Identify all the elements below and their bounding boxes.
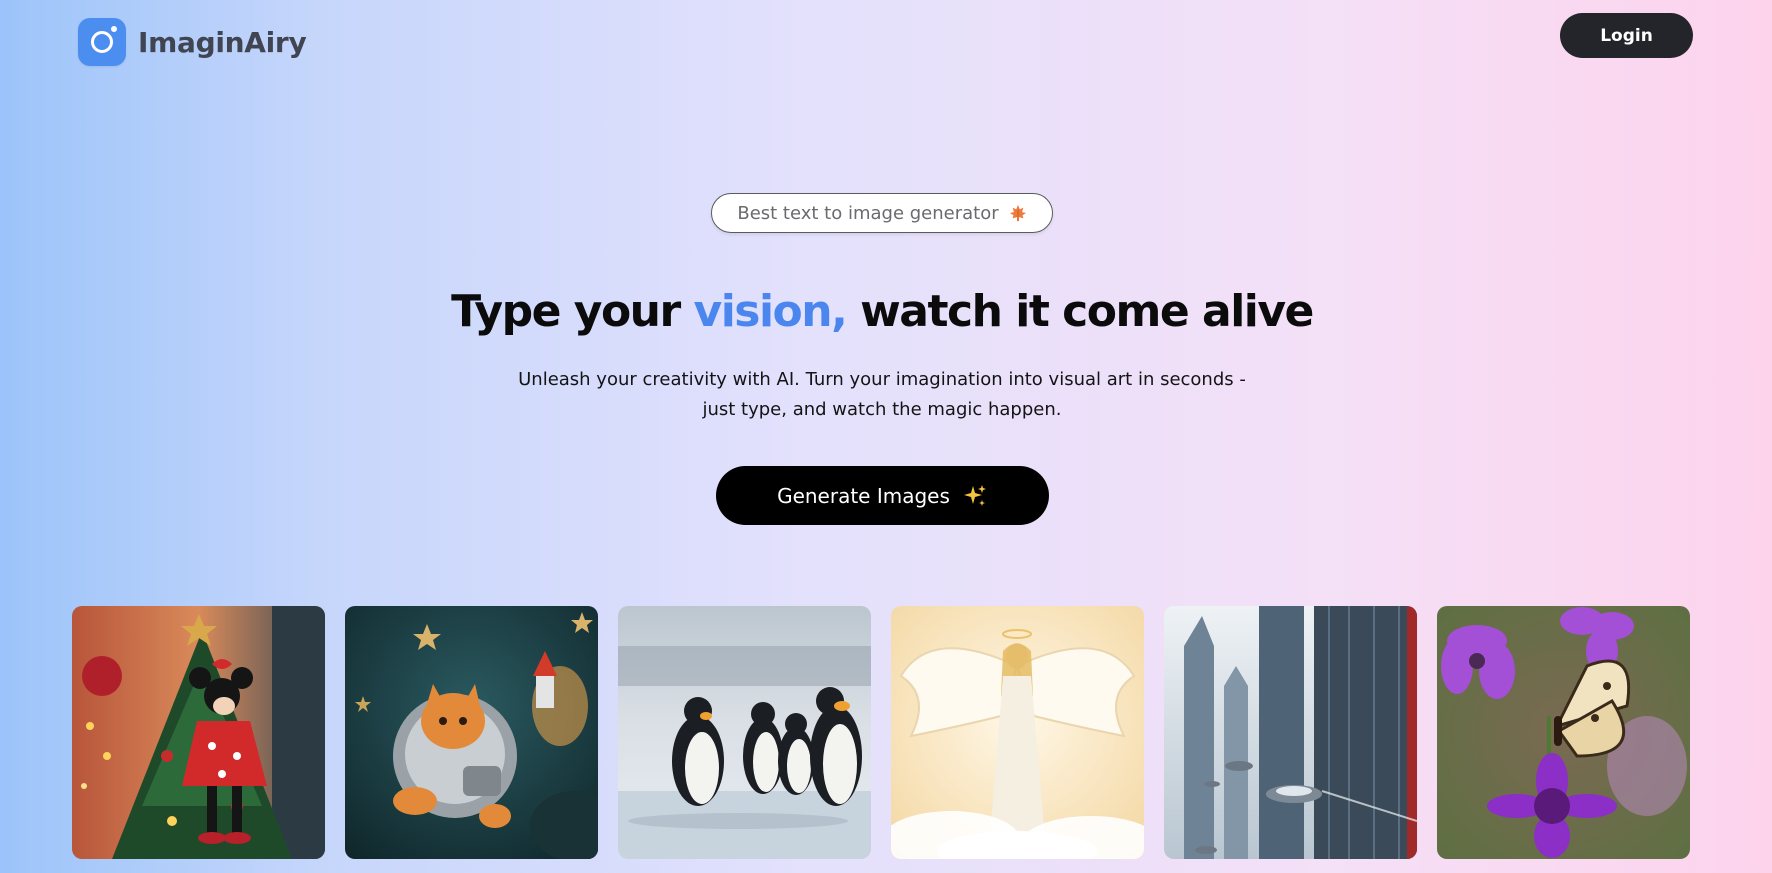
brand-name: ImaginAiry bbox=[138, 25, 307, 59]
generate-images-label: Generate Images bbox=[777, 483, 950, 508]
image-gallery bbox=[72, 606, 1690, 859]
subtitle-line-2: just type, and watch the magic happen. bbox=[702, 399, 1062, 420]
futuristic-city-image[interactable] bbox=[1164, 606, 1417, 859]
generate-images-button[interactable]: Generate Images bbox=[716, 466, 1049, 525]
maple-leaf-icon bbox=[1009, 204, 1027, 222]
tagline-badge: Best text to image generator bbox=[711, 193, 1053, 233]
headline-text-1: Type your bbox=[451, 286, 694, 337]
hero-headline: Type your vision, watch it come alive bbox=[0, 286, 1764, 337]
butterfly-flowers-image[interactable] bbox=[1437, 606, 1690, 859]
headline-text-2: watch it come alive bbox=[846, 286, 1314, 337]
subtitle-line-1: Unleash your creativity with AI. Turn yo… bbox=[518, 369, 1246, 390]
penguins-ice-image[interactable] bbox=[618, 606, 871, 859]
minnie-christmas-tree-image[interactable] bbox=[72, 606, 325, 859]
astronaut-cat-image[interactable] bbox=[345, 606, 598, 859]
hero-subtitle: Unleash your creativity with AI. Turn yo… bbox=[0, 365, 1764, 425]
headline-accent: vision, bbox=[693, 286, 848, 337]
camera-lens-icon bbox=[78, 18, 126, 66]
angel-clouds-image[interactable] bbox=[891, 606, 1144, 859]
badge-text: Best text to image generator bbox=[737, 202, 999, 224]
brand-logo-link[interactable]: ImaginAiry bbox=[78, 18, 307, 66]
login-button[interactable]: Login bbox=[1560, 13, 1693, 58]
sparkles-icon bbox=[962, 483, 988, 509]
